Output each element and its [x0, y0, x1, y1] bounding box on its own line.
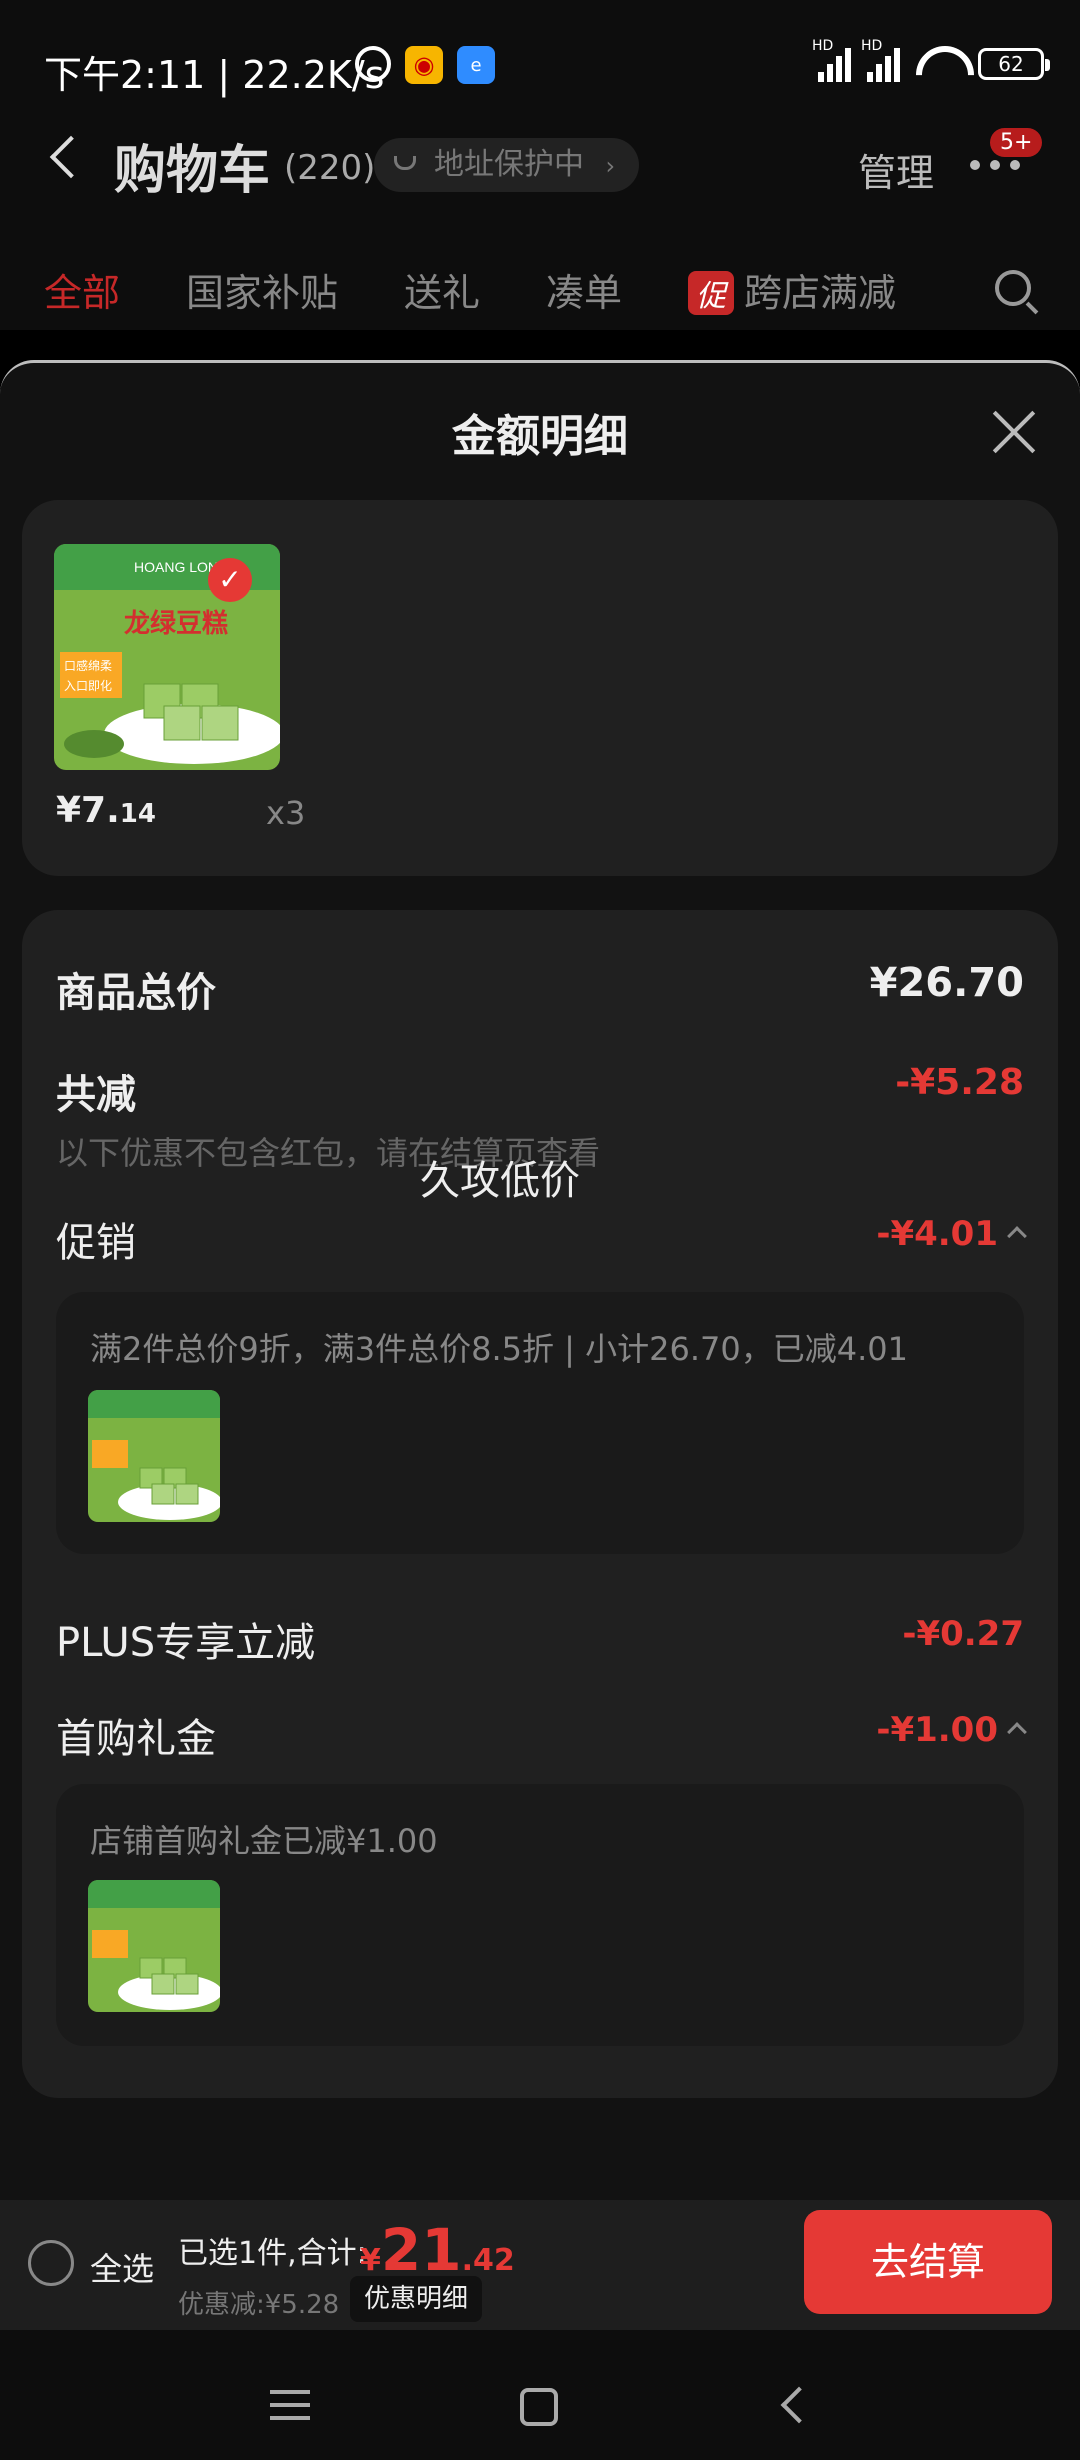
product-quantity: x3 — [266, 794, 306, 832]
product-card: HOANG LONG 龙绿豆糕 口感绵柔 入口即化 ✓ ¥7.14 x3 — [22, 500, 1058, 876]
more-menu-icon[interactable] — [970, 160, 1020, 170]
product-feature-2: 入口即化 — [64, 679, 112, 693]
total-yen: ¥ — [360, 2243, 381, 2278]
plus-discount-value: -¥0.27 — [902, 1614, 1024, 1654]
promotion-box: 满2件总价9折，满3件总价8.5折 | 小计26.70，已减4.01 — [56, 1292, 1024, 1554]
menu-icon[interactable] — [270, 2390, 310, 2429]
selected-summary: 已选1件,合计: — [178, 2236, 367, 2271]
select-all-label[interactable]: 全选 — [90, 2244, 154, 2290]
address-protection-label: 地址保护中 — [434, 147, 584, 182]
search-icon[interactable] — [995, 270, 1031, 306]
gift-box: 店铺首购礼金已减¥1.00 — [56, 1784, 1024, 2046]
total-reduction-value: -¥5.28 — [895, 1062, 1024, 1103]
plus-discount-label: PLUS专享立减 — [56, 1620, 316, 1666]
total-cents: .42 — [461, 2243, 515, 2278]
signal-icon: HD — [812, 38, 851, 82]
status-bar: 下午2:11 | 22.2K/s ◉ e HD HD 62 — [0, 0, 1080, 130]
select-all-checkbox[interactable] — [28, 2240, 74, 2286]
tab-all[interactable]: 全部 — [44, 262, 120, 317]
promotion-amount: -¥4.01 — [876, 1214, 998, 1254]
price-main: ¥7. — [56, 790, 120, 831]
weibo-icon: ◉ — [405, 46, 443, 84]
signal-label: HD — [812, 38, 834, 54]
cart-count: (220) — [284, 148, 376, 188]
chevron-up-icon — [1007, 1225, 1027, 1246]
status-icons: ◉ e — [355, 46, 495, 84]
home-icon[interactable] — [520, 2388, 558, 2426]
product-image-title: 龙绿豆糕 — [124, 609, 228, 639]
promotion-value[interactable]: -¥4.01 — [876, 1214, 1027, 1254]
wifi-icon — [916, 46, 962, 82]
tab-bundle[interactable]: 凑单 — [546, 262, 622, 317]
promotion-label: 促销 — [56, 1220, 136, 1266]
selected-check-icon[interactable]: ✓ — [208, 558, 252, 602]
amount-detail-card: 商品总价 ¥26.70 共减 -¥5.28 以下优惠不包含红包，请在结算页查看 … — [22, 910, 1058, 2098]
checkout-bar: 全选 已选1件,合计: ¥21.42 优惠减:¥5.28 优惠明细 去结算 — [0, 2200, 1080, 2330]
total-reduction-label: 共减 — [56, 1072, 136, 1118]
first-purchase-gift-label: 首购礼金 — [56, 1716, 216, 1762]
total-amount: ¥21.42 — [360, 2216, 515, 2284]
gift-product-thumb — [88, 1880, 220, 2012]
close-icon[interactable] — [990, 408, 1038, 456]
shield-icon — [394, 156, 416, 170]
total-price-label: 商品总价 — [56, 970, 216, 1016]
discount-summary: 优惠减:¥5.28 — [178, 2290, 340, 2320]
promo-badge: 促 — [688, 271, 734, 315]
app-notification-icon: e — [457, 46, 495, 84]
gift-amount: -¥1.00 — [876, 1710, 998, 1750]
address-protection-chip[interactable]: 地址保护中 › — [374, 138, 640, 192]
cart-tabs: 全部 国家补贴 送礼 凑单 促跨店满减 — [0, 262, 1080, 332]
page-title: 购物车 — [114, 141, 271, 201]
status-time: 下午2:11 | 22.2K/s — [44, 53, 385, 97]
product-feature-1: 口感绵柔 — [64, 658, 112, 673]
price-cents: 14 — [119, 799, 156, 829]
sheet-title: 金额明细 — [452, 411, 628, 462]
checkout-button[interactable]: 去结算 — [804, 2210, 1052, 2314]
discount-detail-button[interactable]: 优惠明细 — [350, 2276, 483, 2322]
chevron-up-icon — [1007, 1721, 1027, 1742]
message-badge: 5+ — [990, 128, 1043, 157]
product-price: ¥7.14 — [56, 790, 156, 831]
signal-label: HD — [861, 38, 883, 54]
promotion-product-thumb — [88, 1390, 220, 1522]
back-nav-icon[interactable] — [780, 2386, 818, 2424]
status-right: HD HD 62 — [812, 38, 1050, 82]
total-main: 21 — [380, 2216, 462, 2284]
tab-cross-store-discount[interactable]: 促跨店满减 — [688, 262, 896, 317]
first-purchase-gift-value[interactable]: -¥1.00 — [876, 1710, 1027, 1750]
tab-national-subsidy[interactable]: 国家补贴 — [186, 262, 338, 317]
system-nav-bar — [0, 2330, 1080, 2460]
gift-description: 店铺首购礼金已减¥1.00 — [90, 1822, 438, 1860]
alarm-icon — [355, 46, 391, 82]
tab-gift[interactable]: 送礼 — [404, 262, 480, 317]
promotion-description: 满2件总价9折，满3件总价8.5折 | 小计26.70，已减4.01 — [90, 1330, 908, 1368]
tab-label: 跨店满减 — [744, 271, 897, 315]
chevron-right-icon: › — [605, 152, 616, 180]
total-price-value: ¥26.70 — [869, 960, 1024, 1006]
manage-button[interactable]: 管理 — [858, 142, 934, 197]
floating-text: 久攻低价 — [420, 1158, 580, 1204]
signal-icon: HD — [861, 38, 900, 82]
battery-icon: 62 — [978, 48, 1050, 80]
